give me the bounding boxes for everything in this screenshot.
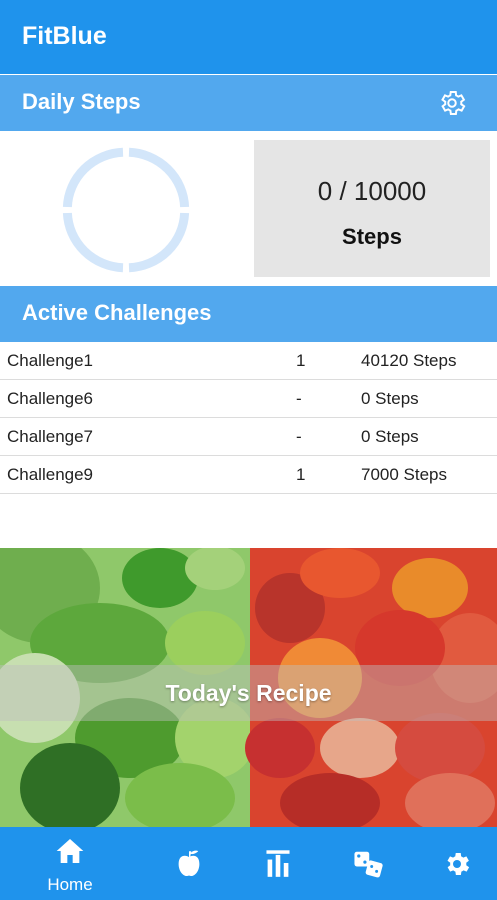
challenge-row[interactable]: Challenge6 - 0 Steps	[0, 380, 497, 418]
challenge-row[interactable]: Challenge7 - 0 Steps	[0, 418, 497, 456]
challenge-row[interactable]: Challenge9 1 7000 Steps	[0, 456, 497, 494]
daily-steps-title: Daily Steps	[22, 89, 141, 114]
nav-nutrition[interactable]	[149, 827, 229, 900]
challenge-name: Challenge7	[7, 427, 94, 446]
dice-icon	[354, 851, 383, 878]
nav-stats[interactable]	[238, 827, 318, 900]
challenge-steps: 0 Steps	[361, 389, 419, 408]
bar-chart-icon	[266, 850, 290, 877]
nav-games[interactable]	[327, 827, 407, 900]
challenge-row[interactable]: Challenge1 1 40120 Steps	[0, 342, 497, 380]
recipe-label-band: Today's Recipe	[0, 665, 497, 721]
home-icon	[56, 839, 84, 863]
apple-icon	[178, 850, 200, 877]
active-challenges-title: Active Challenges	[22, 300, 212, 325]
challenge-count: -	[296, 389, 302, 408]
app-title: FitBlue	[22, 22, 107, 50]
daily-steps-header: Daily Steps	[0, 75, 497, 131]
challenge-name: Challenge9	[7, 465, 94, 484]
challenge-name: Challenge1	[7, 351, 94, 370]
gear-icon	[447, 853, 470, 875]
challenge-steps: 40120 Steps	[361, 351, 457, 370]
settings-gear-icon[interactable]	[437, 88, 467, 118]
nav-home[interactable]: Home	[30, 827, 110, 900]
recipe-label: Today's Recipe	[165, 680, 332, 706]
todays-recipe-card[interactable]: Today's Recipe	[0, 548, 497, 827]
challenge-steps: 7000 Steps	[361, 465, 448, 484]
challenge-count: 1	[296, 465, 306, 484]
challenge-steps: 0 Steps	[361, 427, 419, 446]
steps-progress-ring	[62, 147, 190, 273]
challenges-list: Challenge1 1 40120 Steps Challenge6 - 0 …	[0, 342, 497, 548]
nav-home-label: Home	[47, 875, 93, 894]
steps-unit-label: Steps	[342, 224, 402, 249]
active-challenges-header: Active Challenges	[0, 286, 497, 342]
steps-count-box: 0 / 10000 Steps	[254, 140, 490, 277]
steps-count: 0 / 10000	[317, 176, 427, 206]
nav-settings[interactable]	[417, 827, 497, 900]
challenge-count: 1	[296, 351, 306, 370]
challenge-name: Challenge6	[7, 389, 94, 408]
challenge-count: -	[296, 427, 302, 446]
app-bar: FitBlue	[0, 0, 497, 74]
bottom-navigation: Home	[0, 827, 497, 900]
